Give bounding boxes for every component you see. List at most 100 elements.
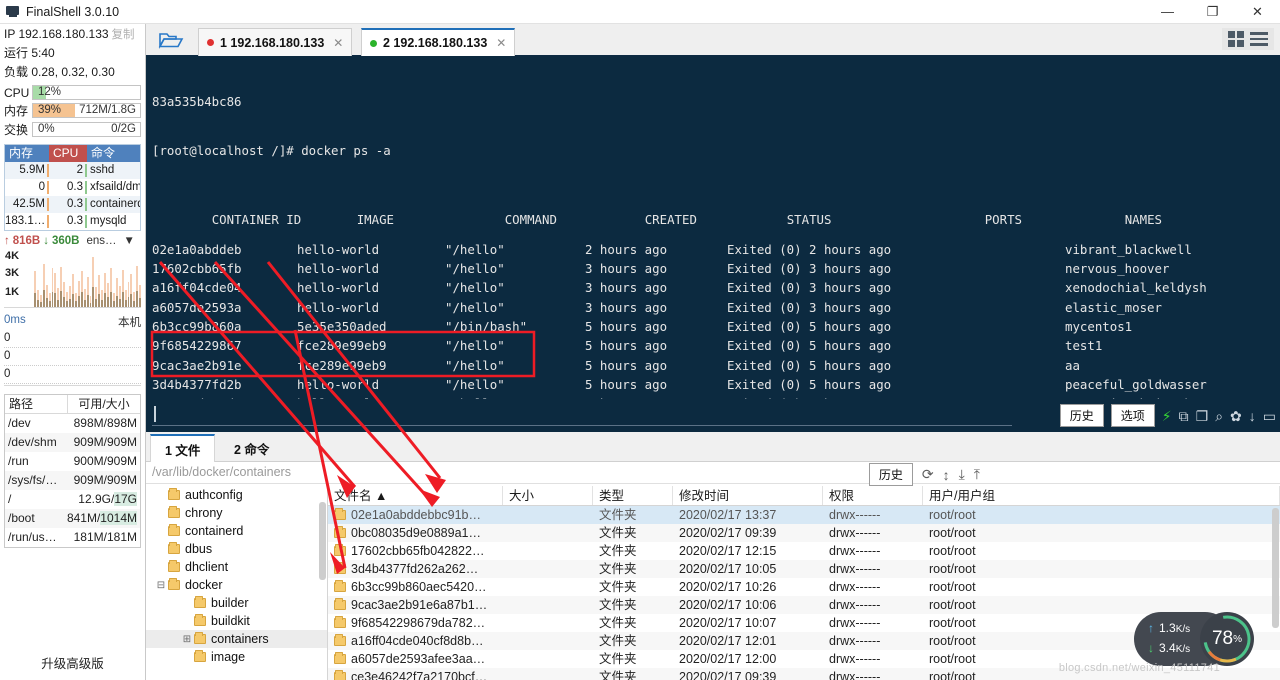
file-path-input[interactable]: /var/lib/docker/containers [152,465,291,479]
process-col-cpu[interactable]: CPU [49,145,87,162]
tree-node[interactable]: builder [146,594,327,612]
tree-node[interactable]: chrony [146,504,327,522]
process-cmd: sshd [90,164,115,176]
tree-node[interactable]: dhclient [146,558,327,576]
close-icon[interactable]: ✕ [496,36,506,50]
download-icon[interactable]: ↓ [1249,409,1256,423]
file-toolbar: 历史 ⟳ ↕ ⤓ ⤒ [868,463,980,486]
search-icon[interactable]: ⌕ [1215,409,1223,423]
cell-names: elastic_moser [1065,299,1162,315]
net-bar [136,266,139,307]
folder-open-icon[interactable] [158,30,184,50]
folder-icon [334,634,346,646]
session-tab[interactable]: 2 192.168.180.133 ✕ [361,28,516,56]
tree-node[interactable]: dbus [146,540,327,558]
tree-node[interactable]: buildkit [146,612,327,630]
sort-icon[interactable]: ↕ [943,467,950,483]
gear-icon[interactable]: ✿ [1230,409,1242,423]
process-col-cmd[interactable]: 命令 [87,145,140,162]
process-row[interactable]: 42.5M 0.3 containerd [5,196,140,213]
maximize-button[interactable]: ❐ [1190,0,1235,24]
network-interface-select[interactable]: ens… [87,235,117,247]
grid-view-icon[interactable] [1228,31,1244,47]
disk-row[interactable]: /boot 841M/1014M [5,509,140,528]
terminal-output[interactable]: 83a535b4bc86 [root@localhost /]# docker … [146,56,1280,399]
col-name[interactable]: 文件名 ▲ [328,486,503,505]
net-bar [121,270,124,307]
file-perm: drwx------ [829,544,881,558]
file-row[interactable]: 02e1a0abddebbc91b… 文件夹 2020/02/17 13:37 drw… [328,506,1280,524]
tab-commands[interactable]: 2 命令 [220,434,283,462]
tree-scrollbar[interactable] [319,502,326,580]
window-icon[interactable]: ▭ [1263,409,1276,423]
close-button[interactable]: ✕ [1235,0,1280,24]
col-type[interactable]: 类型 [593,486,673,505]
disk-col-path[interactable]: 路径 [5,395,67,413]
tree-node[interactable]: ⊞ containers [146,630,327,648]
uptime-value: 5:40 [31,46,55,60]
file-history-button[interactable]: 历史 [868,463,913,486]
folder-icon [334,598,346,610]
file-row[interactable]: 0bc08035d9e0889a1… 文件夹 2020/02/17 09:39 drw… [328,524,1280,542]
usage-percent: 78% [1200,612,1254,666]
file-row[interactable]: 3d4b4377fd262a262… 文件夹 2020/02/17 10:05 drw… [328,560,1280,578]
menu-icon[interactable] [1250,32,1268,46]
tab-files[interactable]: 1 文件 [150,434,216,462]
minimize-button[interactable]: — [1145,0,1190,24]
session-tab[interactable]: 1 192.168.180.133 ✕ [198,28,353,56]
terminal-command-input[interactable] [152,404,1012,426]
cell-container-id: a6057de2593a [152,299,242,315]
tree-node[interactable]: ⊟ docker [146,576,327,594]
disk-row[interactable]: /dev 898M/898M [5,414,140,433]
disk-row[interactable]: / 12.9G/17G [5,490,140,509]
paste-icon[interactable]: ❐ [1196,409,1209,423]
disk-usage-table: 路径 可用/大小 /dev 898M/898M/dev/shm 909M/909M /… [4,394,141,548]
col-size[interactable]: 大小 [503,486,593,505]
disk-row[interactable]: /sys/fs/… 909M/909M [5,471,140,490]
refresh-icon[interactable]: ⟳ [922,466,934,483]
disk-col-size[interactable]: 可用/大小 [67,395,140,413]
ip-label: IP 192.168.180.133 [4,27,109,41]
file-row[interactable]: 6b3cc99b860aec5420… 文件夹 2020/02/17 10:26 dr… [328,578,1280,596]
process-col-mem[interactable]: 内存 [5,145,49,162]
disk-path: /run/us… [8,530,57,544]
net-bar [77,281,80,307]
col-perm[interactable]: 权限 [823,486,923,505]
process-row[interactable]: 183.1… 0.3 mysqld [5,213,140,230]
disk-row[interactable]: /dev/shm 909M/909M [5,433,140,452]
download-icon[interactable]: ⤓ [959,466,965,483]
col-owner[interactable]: 用户/用户组 [923,486,1280,505]
cell-names: vibrant_blackwell [1065,241,1192,257]
disk-row[interactable]: /run 900M/909M [5,452,140,471]
process-row[interactable]: 5.9M 2 sshd [5,162,140,179]
tree-node[interactable]: containerd [146,522,327,540]
tree-twisty-icon[interactable]: ⊞ [180,634,194,645]
lightning-icon[interactable]: ⚡ [1162,409,1172,423]
terminal-options-button[interactable]: 选项 [1110,404,1155,427]
net-bar [95,287,98,307]
net-bar [98,275,101,307]
arrow-up-icon: ↑ [4,235,10,247]
chevron-down-icon[interactable]: ▼ [124,235,135,247]
process-row[interactable]: 0 0.3 xfsaild/dm [5,179,140,196]
tree-node[interactable]: authconfig [146,486,327,504]
copy-icon[interactable]: ⧉ [1179,409,1189,423]
tree-node[interactable]: image [146,648,327,666]
cell-image: hello-world [297,261,380,277]
disk-row[interactable]: /run/us… 181M/181M [5,528,140,547]
process-mem: 183.1… [5,213,49,230]
net-bar [89,296,92,307]
upload-icon[interactable]: ⤒ [974,466,980,483]
net-bar [109,268,112,307]
latency-row: 0 [4,348,141,366]
file-perm: drwx------ [829,652,881,666]
upgrade-link[interactable]: 升级高级版 [0,653,145,672]
tree-twisty-icon[interactable]: ⊟ [154,580,168,591]
file-row[interactable]: 17602cbb65fb042822… 文件夹 2020/02/17 12:15 dr… [328,542,1280,560]
col-mtime[interactable]: 修改时间 [673,486,823,505]
terminal-history-button[interactable]: 历史 [1059,404,1104,427]
close-icon[interactable]: ✕ [333,36,343,50]
copy-ip-button[interactable]: 复制 [112,29,135,41]
file-list-scrollbar[interactable] [1272,508,1279,628]
directory-tree[interactable]: authconfig chrony containerd dbus dhclient ⊟ d… [146,486,328,680]
